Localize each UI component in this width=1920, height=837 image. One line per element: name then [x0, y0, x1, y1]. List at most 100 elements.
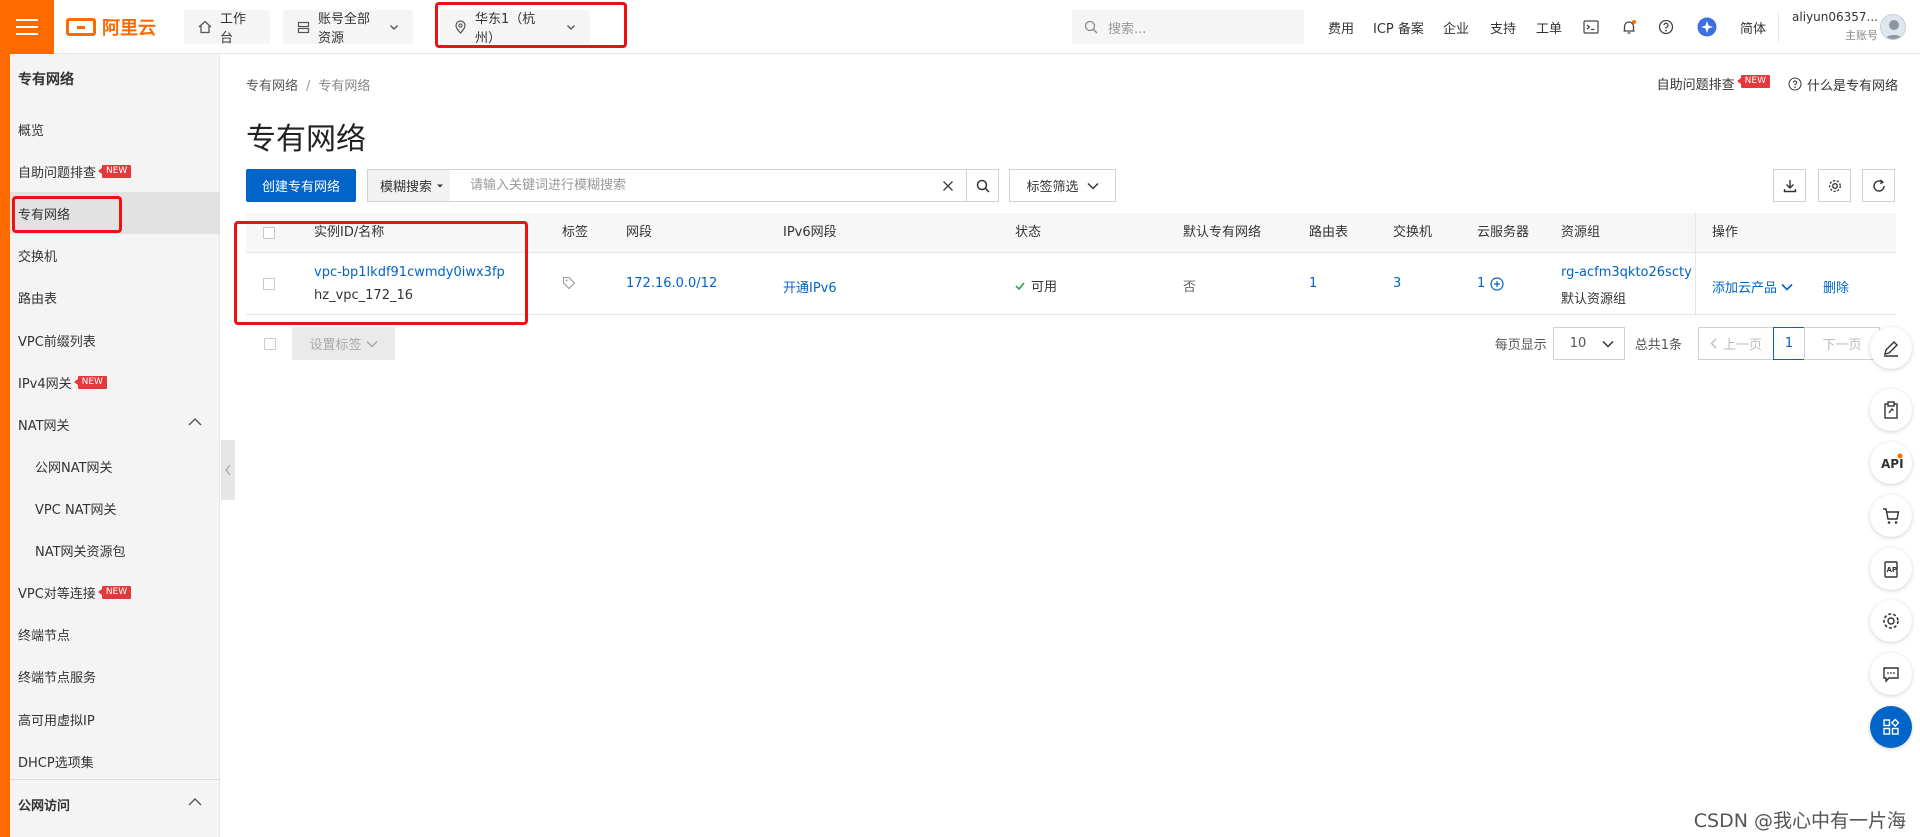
top-nav-icp[interactable]: ICP 备案	[1373, 0, 1424, 54]
help-icon[interactable]	[1658, 0, 1674, 54]
vpc-id-link[interactable]: vpc-bp1lkdf91cwmdy0iwx3fp	[314, 265, 505, 280]
gear-icon[interactable]	[1818, 169, 1851, 202]
resources-dropdown[interactable]: 账号全部资源	[283, 10, 413, 46]
top-nav-enterprise[interactable]: 企业	[1443, 0, 1469, 54]
logo-mark-icon	[66, 18, 96, 36]
set-tag-label: 设置标签	[309, 338, 362, 353]
what-is-vpc-link[interactable]: 什么是专有网络	[1788, 75, 1898, 94]
cidr-link[interactable]: 172.16.0.0/12	[626, 276, 717, 291]
terminal-icon[interactable]	[1583, 0, 1599, 54]
menu-icon[interactable]	[0, 0, 54, 54]
sidebar-item-nat-gateway[interactable]: NAT网关	[10, 403, 220, 445]
ecs-count-link[interactable]: 1	[1477, 276, 1504, 291]
add-circle-icon[interactable]	[1490, 276, 1504, 291]
sidebar-item-label: 自助问题排查	[18, 165, 97, 181]
user-account[interactable]: aliyun06357... 主账号	[1786, 10, 1878, 43]
avatar[interactable]	[1880, 14, 1906, 40]
chevron-down-icon	[1781, 283, 1793, 291]
sidebar-item-ipv4-gateway[interactable]: IPv4网关 NEW	[10, 361, 220, 403]
region-selector[interactable]: 华东1（杭州）	[440, 10, 590, 46]
keyword-search-input[interactable]	[450, 170, 930, 201]
top-nav-support[interactable]: 支持	[1490, 0, 1516, 54]
refresh-icon[interactable]	[1862, 169, 1895, 202]
sidebar-collapse-handle[interactable]	[221, 440, 235, 500]
assistant-icon[interactable]	[1697, 0, 1717, 54]
app-icon[interactable]: AP	[1870, 548, 1912, 590]
aliyun-logo[interactable]: 阿里云	[66, 14, 156, 40]
sidebar-item-public-nat[interactable]: 公网NAT网关	[10, 445, 220, 487]
sidebar-item-overview[interactable]: 概览	[10, 108, 220, 150]
location-icon	[455, 20, 466, 34]
column-header-ecs: 云服务器	[1477, 225, 1530, 240]
language-switch[interactable]: 简体	[1740, 0, 1766, 54]
troubleshoot-link[interactable]: 自助问题排查 NEW	[1657, 74, 1770, 94]
api-icon[interactable]: API	[1870, 442, 1912, 484]
footer-select-checkbox[interactable]	[264, 338, 276, 350]
apps-grid-icon[interactable]	[1870, 706, 1912, 748]
sidebar-item-prefix-list[interactable]: VPC前缀列表	[10, 319, 220, 361]
sidebar-item-vpc-nat[interactable]: VPC NAT网关	[10, 487, 220, 529]
select-all-checkbox[interactable]	[263, 227, 275, 239]
sidebar-item-endpoint[interactable]: 终端节点	[10, 613, 220, 655]
chevron-left-icon	[225, 464, 231, 476]
sidebar-item-label: 专有网络	[18, 207, 71, 223]
add-cloud-product-dropdown[interactable]: 添加云产品	[1712, 277, 1793, 296]
column-header-id-name: 实例ID/名称	[314, 225, 385, 240]
row-checkbox[interactable]	[263, 278, 275, 290]
sidebar-item-dhcp[interactable]: DHCP选项集	[10, 740, 220, 782]
sidebar-item-troubleshoot[interactable]: 自助问题排查 NEW	[10, 150, 220, 192]
bell-icon[interactable]	[1621, 0, 1637, 54]
top-nav-label: 企业	[1443, 21, 1470, 37]
new-badge: NEW	[73, 375, 107, 389]
cart-icon[interactable]	[1870, 495, 1912, 537]
sidebar-item-public-access[interactable]: 公网访问	[10, 783, 220, 825]
breadcrumb-link[interactable]: 专有网络	[246, 79, 298, 94]
vpc-name: hz_vpc_172_16	[314, 288, 414, 303]
sidebar-item-havip[interactable]: 高可用虚拟IP	[10, 698, 220, 740]
feedback-icon[interactable]	[1870, 653, 1912, 695]
prev-page-button[interactable]: 上一页	[1698, 327, 1774, 360]
column-header-route-tables: 路由表	[1309, 225, 1349, 240]
sidebar-item-vpc-peering[interactable]: VPC对等连接 NEW	[10, 571, 220, 613]
next-page-button[interactable]: 下一页	[1804, 327, 1880, 360]
search-mode-dropdown[interactable]: 模糊搜索	[368, 170, 450, 201]
clear-icon[interactable]	[930, 170, 966, 201]
resource-group-link[interactable]: rg-acfm3qkto26scty	[1561, 265, 1692, 280]
top-nav-cost[interactable]: 费用	[1328, 0, 1354, 54]
sidebar-item-vpc[interactable]: 专有网络	[10, 192, 220, 234]
column-header-tags: 标签	[562, 225, 589, 240]
sidebar-item-vswitch[interactable]: 交换机	[10, 234, 220, 276]
create-vpc-button[interactable]: 创建专有网络	[246, 169, 356, 202]
route-table-count-link[interactable]: 1	[1309, 276, 1317, 291]
sidebar-item-label: VPC对等连接	[18, 586, 96, 602]
tag-filter-label: 标签筛选	[1026, 180, 1079, 195]
sidebar-item-label: 概览	[18, 123, 45, 139]
home-icon	[198, 20, 212, 34]
enable-ipv6-link[interactable]: 开通IPv6	[783, 277, 837, 296]
set-tag-button[interactable]: 设置标签	[292, 327, 395, 360]
delete-link[interactable]: 删除	[1823, 277, 1849, 296]
chevron-left-icon	[1710, 338, 1717, 349]
per-page-select[interactable]: 10	[1552, 327, 1625, 360]
workbench-button[interactable]: 工作台	[184, 10, 270, 46]
actions-column-divider	[1695, 213, 1696, 315]
vswitch-count-link[interactable]: 3	[1393, 276, 1401, 291]
next-page-label: 下一页	[1822, 338, 1862, 353]
clipboard-icon[interactable]	[1870, 389, 1912, 431]
page-1-button[interactable]: 1	[1773, 327, 1805, 360]
sidebar-item-route-table[interactable]: 路由表	[10, 276, 220, 318]
caret-down-icon	[437, 184, 444, 187]
tag-filter-dropdown[interactable]: 标签筛选	[1009, 169, 1116, 202]
settings-icon[interactable]	[1870, 600, 1912, 642]
sidebar-item-endpoint-service[interactable]: 终端节点服务	[10, 655, 220, 697]
global-search[interactable]: 搜索...	[1072, 10, 1304, 44]
sidebar-item-nat-package[interactable]: NAT网关资源包	[10, 529, 220, 571]
search-icon[interactable]	[966, 170, 998, 201]
sidebar-item-label: DHCP选项集	[18, 755, 94, 771]
sidebar-item-label: VPC NAT网关	[35, 502, 117, 518]
edit-icon[interactable]	[1870, 327, 1912, 369]
tag-icon[interactable]	[562, 276, 576, 294]
download-icon[interactable]	[1773, 169, 1806, 202]
top-nav-ticket[interactable]: 工单	[1536, 0, 1562, 54]
chevron-down-icon	[567, 25, 575, 30]
